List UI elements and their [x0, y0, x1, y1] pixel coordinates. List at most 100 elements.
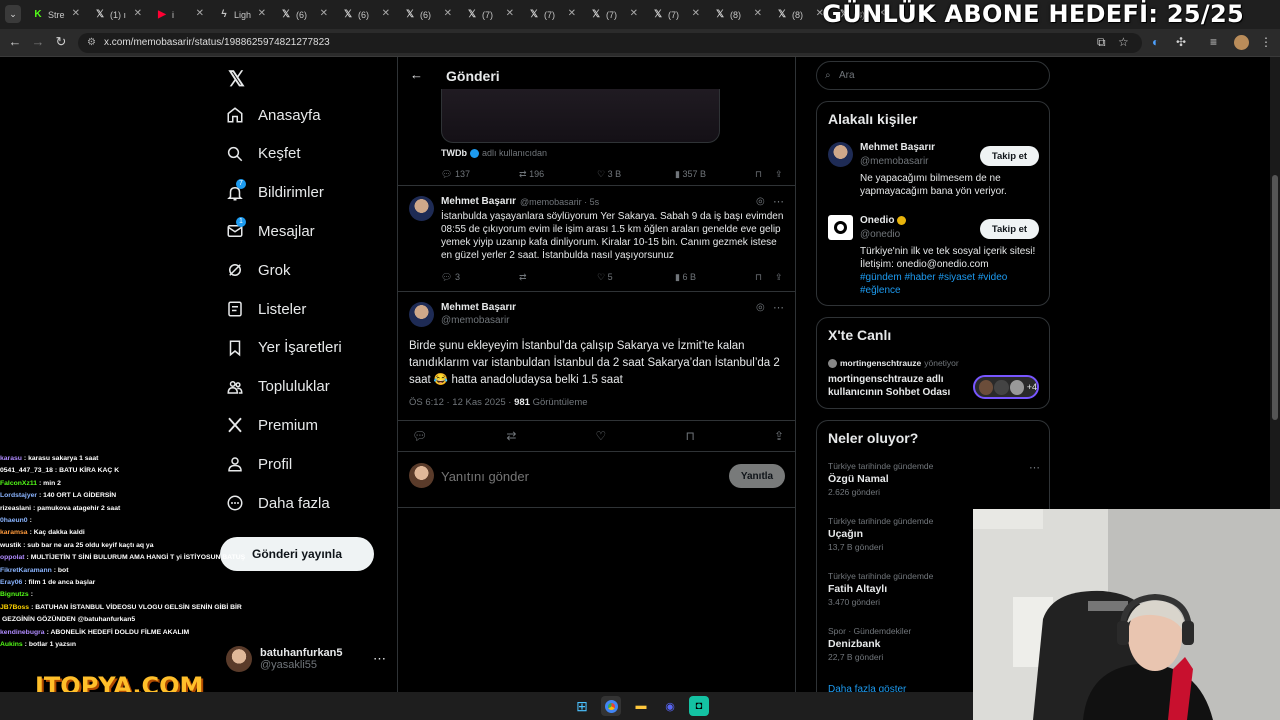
site-info-icon[interactable]: ⚙: [87, 33, 96, 53]
more-icon[interactable]: ⋯: [1029, 461, 1040, 474]
back-arrow-icon[interactable]: ←: [410, 67, 423, 82]
avatar[interactable]: [828, 142, 853, 167]
browser-tab[interactable]: K Stre ✕: [26, 4, 84, 25]
like-action[interactable]: ♡ 5: [597, 272, 675, 283]
avatar[interactable]: [409, 302, 434, 327]
back-icon[interactable]: ←: [6, 34, 24, 49]
address-bar[interactable]: ⚙ x.com/memobasarir/status/1988625974821…: [78, 33, 1142, 53]
sidebar-item-list[interactable]: Listeler: [226, 300, 306, 318]
sidebar-item-grok[interactable]: Grok: [226, 261, 291, 279]
retweet-action[interactable]: ⇄ 196: [519, 169, 597, 180]
close-tab-icon[interactable]: ✕: [506, 8, 514, 19]
retweet-action[interactable]: ⇄: [519, 272, 597, 283]
sidebar-item-bell[interactable]: 7 Bildirimler: [226, 178, 324, 202]
views-action[interactable]: ▮ 6 B: [675, 272, 755, 283]
browser-tab[interactable]: ϟ Ligh ✕: [212, 4, 270, 25]
grok-icon[interactable]: ◎: [756, 196, 765, 207]
browser-tab[interactable]: 𝕏 (1) ı ✕: [88, 4, 146, 25]
profile-avatar[interactable]: [1234, 35, 1249, 50]
tweet[interactable]: Mehmet Başarır @memobasarir · 5s ◎ ⋯ İst…: [398, 186, 796, 298]
forward-icon[interactable]: →: [29, 34, 47, 49]
sidebar-item-search[interactable]: Keşfet: [226, 145, 301, 163]
tweet-media[interactable]: [441, 89, 720, 143]
browser-tab[interactable]: 𝕏 (6) ✕: [398, 4, 456, 25]
chrome-icon[interactable]: [601, 696, 621, 716]
close-tab-icon[interactable]: ✕: [134, 8, 142, 19]
share-icon[interactable]: ⇪: [774, 429, 784, 443]
person-handle[interactable]: @onedio: [860, 229, 900, 240]
browser-tab[interactable]: 𝕏 (8) ✕: [708, 4, 766, 25]
search-input[interactable]: ⌕ Ara: [816, 61, 1050, 90]
close-tab-icon[interactable]: ✕: [754, 8, 762, 19]
reply-action[interactable]: 💬︎ 3: [441, 272, 519, 283]
bookmark-icon[interactable]: ⊓: [755, 169, 775, 180]
file-explorer-icon[interactable]: ▬: [631, 696, 651, 716]
more-icon[interactable]: ⋯: [773, 301, 784, 314]
more-icon[interactable]: ⋯: [373, 651, 386, 667]
views-action[interactable]: ▮ 357 B: [675, 169, 755, 180]
app-icon[interactable]: ◘: [689, 696, 709, 716]
reply-icon[interactable]: 💬︎: [412, 429, 427, 443]
space-title[interactable]: mortingenschtrauze adlı kullanıcının Soh…: [828, 373, 968, 399]
reload-icon[interactable]: ↻: [52, 34, 70, 50]
reply-action[interactable]: 💬︎ 137: [441, 169, 519, 180]
host-name[interactable]: mortingenschtrauze: [840, 358, 921, 368]
close-tab-icon[interactable]: ✕: [444, 8, 452, 19]
browser-tab[interactable]: 𝕏 (7) ✕: [460, 4, 518, 25]
sidebar-item-bookmark[interactable]: Yer İşaretleri: [226, 339, 342, 357]
author-handle[interactable]: @memobasarir · 5s: [520, 197, 599, 207]
close-tab-icon[interactable]: ✕: [382, 8, 390, 19]
browser-tab[interactable]: 𝕏 (7) ✕: [646, 4, 704, 25]
browser-menu-icon[interactable]: ⋮: [1260, 35, 1272, 49]
browser-tab[interactable]: 𝕏 (6) ✕: [274, 4, 332, 25]
extensions-puzzle-icon[interactable]: ✣: [1176, 35, 1186, 49]
playlist-icon[interactable]: ≡: [1210, 35, 1217, 49]
like-action[interactable]: ♡ 3 B: [597, 169, 675, 180]
follow-button[interactable]: Takip et: [980, 219, 1039, 239]
author-handle[interactable]: @memobasarir: [441, 315, 510, 326]
heart-icon[interactable]: ♡: [596, 429, 607, 443]
share-icon[interactable]: ⇪: [775, 169, 783, 180]
browser-tab[interactable]: 𝕏 (7) ✕: [522, 4, 580, 25]
more-icon[interactable]: ⋯: [773, 195, 784, 208]
bookmark-icon[interactable]: ⊓: [685, 429, 694, 443]
sidebar-item-communities[interactable]: Topluluklar: [226, 378, 330, 396]
bookmark-icon[interactable]: ⊓: [755, 272, 775, 283]
close-tab-icon[interactable]: ✕: [320, 8, 328, 19]
x-logo-icon[interactable]: 𝕏: [228, 67, 245, 92]
close-tab-icon[interactable]: ✕: [258, 8, 266, 19]
close-tab-icon[interactable]: ✕: [692, 8, 700, 19]
close-tab-icon[interactable]: ✕: [568, 8, 576, 19]
person-name[interactable]: Mehmet Başarır: [860, 142, 935, 153]
author-name[interactable]: Mehmet Başarır: [441, 302, 516, 313]
reply-input[interactable]: [441, 466, 711, 486]
browser-tab[interactable]: ▶ i ✕: [150, 4, 208, 25]
onedio-logo[interactable]: [828, 215, 853, 240]
sidebar-item-mail[interactable]: 1 Mesajlar: [226, 217, 315, 240]
sidebar-item-x-logo[interactable]: Premium: [226, 416, 318, 434]
share-icon[interactable]: ⇪: [775, 272, 783, 283]
author-name[interactable]: Mehmet Başarır: [441, 196, 516, 207]
close-tab-icon[interactable]: ✕: [72, 8, 80, 19]
discord-icon[interactable]: ◉: [660, 696, 680, 716]
windows-start-icon[interactable]: ⊞: [572, 696, 592, 716]
close-tab-icon[interactable]: ✕: [196, 8, 204, 19]
follow-button[interactable]: Takip et: [980, 146, 1039, 166]
scrollbar-thumb[interactable]: [1272, 175, 1278, 420]
browser-tab[interactable]: 𝕏 (8) ✕: [770, 4, 828, 25]
trend-item[interactable]: Türkiye tarihinde gündemde Özgü Namal 2.62…: [828, 461, 1040, 499]
person-name[interactable]: Onedio: [860, 215, 894, 226]
avatar[interactable]: [409, 196, 434, 221]
person-handle[interactable]: @memobasarir: [860, 156, 929, 167]
extension-icon[interactable]: ◐: [1152, 35, 1159, 49]
browser-tab[interactable]: 𝕏 (6) ✕: [336, 4, 394, 25]
person-hashtags[interactable]: #gündem #haber #siyaset #video #eğlence: [860, 271, 1042, 297]
install-app-icon[interactable]: ⧉: [1097, 35, 1106, 50]
listeners-pill[interactable]: +4: [973, 375, 1039, 399]
tweet-time[interactable]: ÖS 6:12 · 12 Kas 2025 ·: [409, 397, 511, 408]
sidebar-item-home[interactable]: Anasayfa: [226, 106, 321, 124]
bookmark-star-icon[interactable]: ☆: [1118, 35, 1129, 49]
tab-search-button[interactable]: ⌄: [5, 5, 21, 23]
retweet-icon[interactable]: ⇄: [506, 429, 516, 443]
grok-icon[interactable]: ◎: [756, 302, 765, 313]
